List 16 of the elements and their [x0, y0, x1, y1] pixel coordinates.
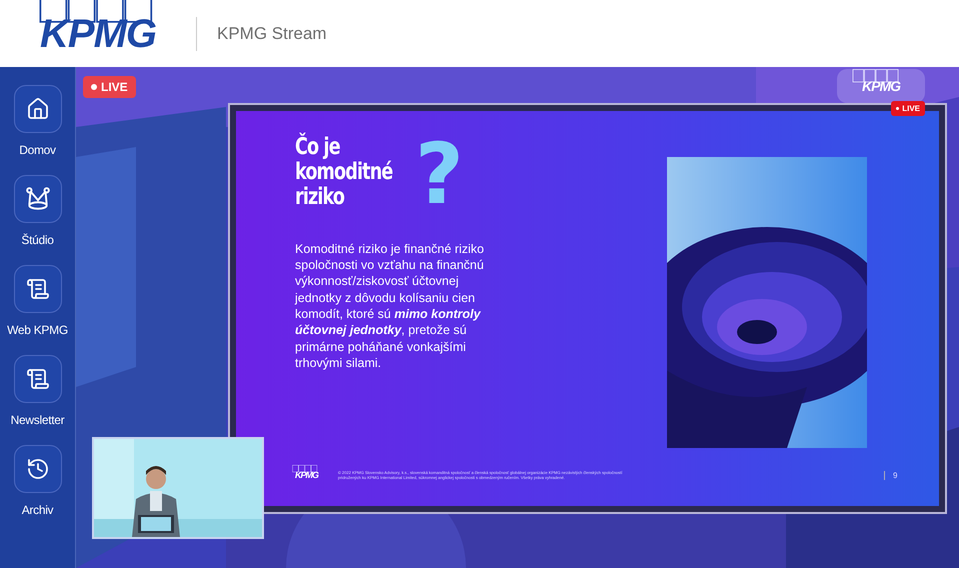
document-icon	[26, 367, 50, 391]
app-title: KPMG Stream	[217, 24, 327, 44]
nav-button[interactable]	[14, 175, 62, 223]
history-icon	[26, 457, 50, 481]
nav-label[interactable]: Archiv	[22, 503, 54, 517]
document-icon	[26, 277, 50, 301]
nav-label[interactable]: Domov	[19, 143, 56, 157]
nav-label[interactable]: Štúdio	[21, 233, 54, 247]
nav-button[interactable]	[14, 265, 62, 313]
nav-button[interactable]	[14, 355, 62, 403]
nav-label[interactable]: Web KPMG	[7, 323, 68, 337]
nav-label[interactable]: Newsletter	[10, 413, 64, 427]
studio-icon	[24, 186, 50, 212]
home-icon	[26, 97, 50, 121]
nav-button[interactable]	[14, 85, 62, 133]
nav-button[interactable]	[14, 445, 62, 493]
